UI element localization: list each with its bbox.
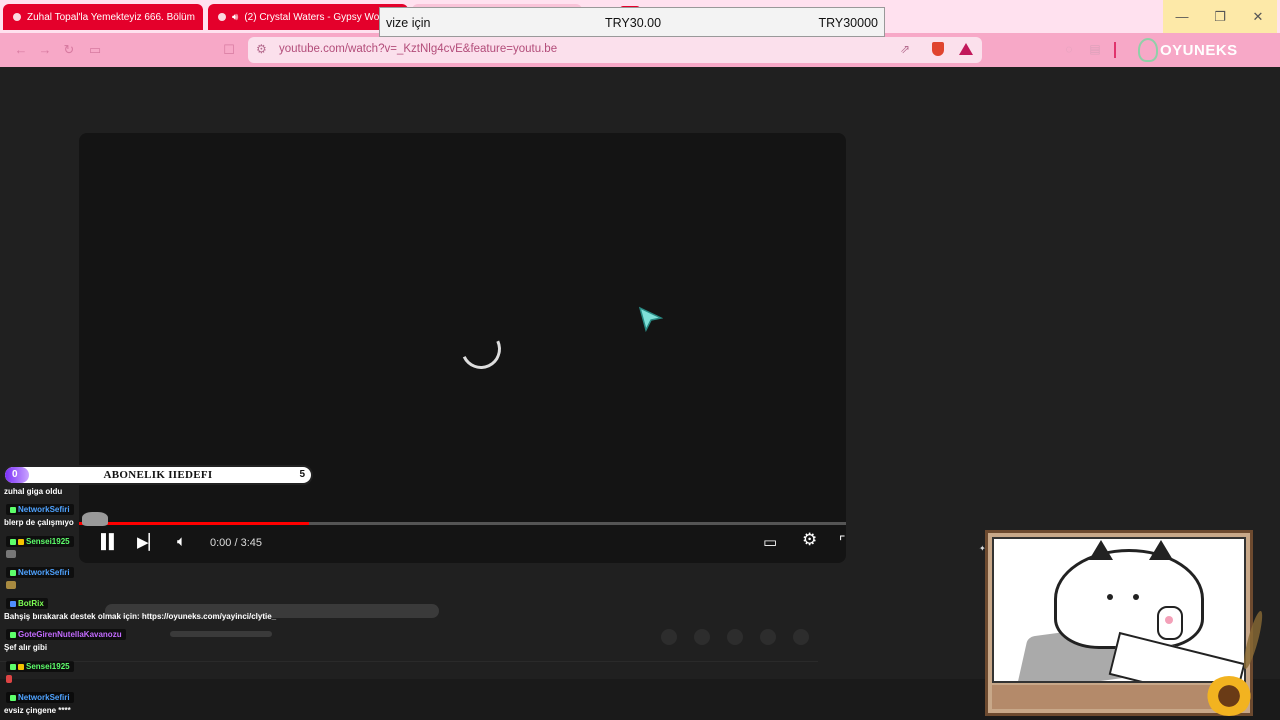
progress-bar[interactable] (79, 522, 846, 525)
maximize-button[interactable]: ❐ (1201, 0, 1239, 33)
chat-message: blerp de çalışmıyo (4, 518, 74, 527)
youtube-favicon-icon (13, 13, 21, 21)
minimize-button[interactable]: — (1163, 0, 1201, 33)
url-text[interactable]: youtube.com/watch?v=_KztNlg4cvE&feature=… (279, 43, 557, 55)
tab-yemekteyiz[interactable]: Zuhal Topal'la Yemekteyiz 666. Bölüm (3, 4, 203, 30)
chat-message: Şef alır gibi (4, 643, 48, 652)
divider (0, 661, 818, 662)
cat-eye-icon (1133, 594, 1139, 600)
close-button[interactable]: ✕ (1239, 0, 1277, 33)
chat-message: Bahşiş bırakarak destek olmak için: http… (4, 612, 277, 621)
chat-username: BotRix (6, 598, 48, 609)
cat-ear-icon (1149, 540, 1173, 560)
subtitles-icon[interactable]: ▭ (763, 533, 777, 551)
site-info-icon[interactable]: ⚙︎ (256, 42, 267, 56)
sub-badge-icon (10, 506, 16, 513)
chat-message: evsiz çingene **** (4, 706, 71, 715)
chat-emote-icon (6, 550, 16, 558)
chat-emote-icon (6, 581, 16, 589)
sub-badge-icon (10, 663, 16, 670)
youtube-favicon-icon (218, 13, 226, 21)
paw-pad-icon (1165, 616, 1173, 624)
cat-emote-icon (82, 512, 108, 526)
dot[interactable] (727, 629, 743, 645)
vip-badge-icon (18, 538, 24, 545)
chat-username: NetworkSefiri (6, 504, 74, 515)
extension-icon[interactable]: ◌ (1062, 42, 1076, 56)
chat-emote-icon (6, 675, 12, 683)
donation-message: vize için (386, 16, 431, 30)
tab-crystal-waters[interactable]: 🔊︎ (2) Crystal Waters - Gypsy Wo (208, 4, 408, 30)
share-icon[interactable]: ⇗ (900, 42, 910, 56)
brave-rewards-icon[interactable] (959, 43, 973, 55)
donation-alert: vize için TRY30.00 TRY30000 (379, 7, 885, 37)
loading-placeholder (170, 631, 272, 637)
dot[interactable] (760, 629, 776, 645)
sub-badge-icon (10, 694, 16, 701)
chat-username: NetworkSefiri (6, 567, 74, 578)
vip-badge-icon (18, 663, 24, 670)
audio-playing-icon[interactable]: 🔊︎ (232, 12, 238, 23)
donation-amount: TRY30.00 (605, 16, 662, 30)
forward-icon[interactable]: → (38, 43, 52, 57)
pause-icon[interactable]: ▌▌ (101, 533, 119, 549)
divider (1114, 42, 1116, 58)
sub-badge-icon (10, 631, 16, 638)
cat-ear-icon (1089, 540, 1113, 560)
next-icon[interactable]: ▶▏ (137, 533, 160, 551)
cat-eye-icon (1107, 594, 1113, 600)
cat-paw-icon (1157, 606, 1183, 640)
chat-username: GoteGirenNutellaKavanozu (6, 629, 126, 640)
bot-badge-icon (10, 600, 16, 607)
loading-spinner-icon (455, 323, 507, 375)
address-bar[interactable]: ⚙︎ youtube.com/watch?v=_KztNlg4cvE&featu… (248, 37, 982, 63)
dot[interactable] (793, 629, 809, 645)
chat-username: Sensei1925 (6, 536, 74, 547)
settings-gear-icon[interactable]: ⚙︎ (802, 530, 817, 550)
bongo-cat-screen (992, 537, 1246, 683)
fullscreen-icon[interactable]: ⌜ (839, 533, 846, 550)
bookmark-icon[interactable]: ▭ (88, 43, 102, 57)
video-player[interactable]: ▌▌ ▶▏ 🔈︎ 0:00 / 3:45 ▭ ⚙︎ ⌜ (79, 133, 846, 563)
bookmark-star-icon[interactable]: ☐ (222, 43, 236, 57)
sunflower-icon (1206, 676, 1252, 716)
mouse-cursor-icon (639, 306, 663, 332)
reload-icon[interactable]: ↻ (62, 43, 76, 57)
dot[interactable] (694, 629, 710, 645)
chat-message: zuhal giga oldu (4, 487, 63, 496)
tab-title: Zuhal Topal'la Yemekteyiz 666. Bölüm (27, 11, 195, 23)
tab-title: (2) Crystal Waters - Gypsy Wo (244, 11, 380, 23)
subscription-goal-bar: 0 ABONELIK IIEDEFI 5 (3, 465, 313, 485)
chat-username: NetworkSefiri (6, 692, 74, 703)
donation-goal: TRY30000 (818, 16, 878, 30)
chat-username: Sensei1925 (6, 661, 74, 672)
sub-badge-icon (10, 569, 16, 576)
time-display: 0:00 / 3:45 (210, 537, 262, 549)
dot[interactable] (661, 629, 677, 645)
brave-shield-icon[interactable] (932, 42, 944, 56)
sub-badge-icon (10, 538, 16, 545)
goal-target: 5 (299, 469, 305, 480)
oyuneks-logo-icon (1138, 38, 1158, 62)
progress-fill (79, 522, 310, 525)
goal-label: ABONELIK IIEDEFI (103, 469, 213, 481)
sidebar-icon[interactable]: ▤ (1088, 42, 1102, 56)
chapter-dots (661, 629, 809, 645)
volume-icon[interactable]: 🔈︎ (177, 533, 186, 550)
toolbar: ← → ↻ ▭ ☐ ⚙︎ youtube.com/watch?v=_KztNlg… (0, 33, 1280, 67)
brand-name: OYUNEKS (1160, 42, 1238, 59)
back-icon[interactable]: ← (14, 43, 28, 57)
